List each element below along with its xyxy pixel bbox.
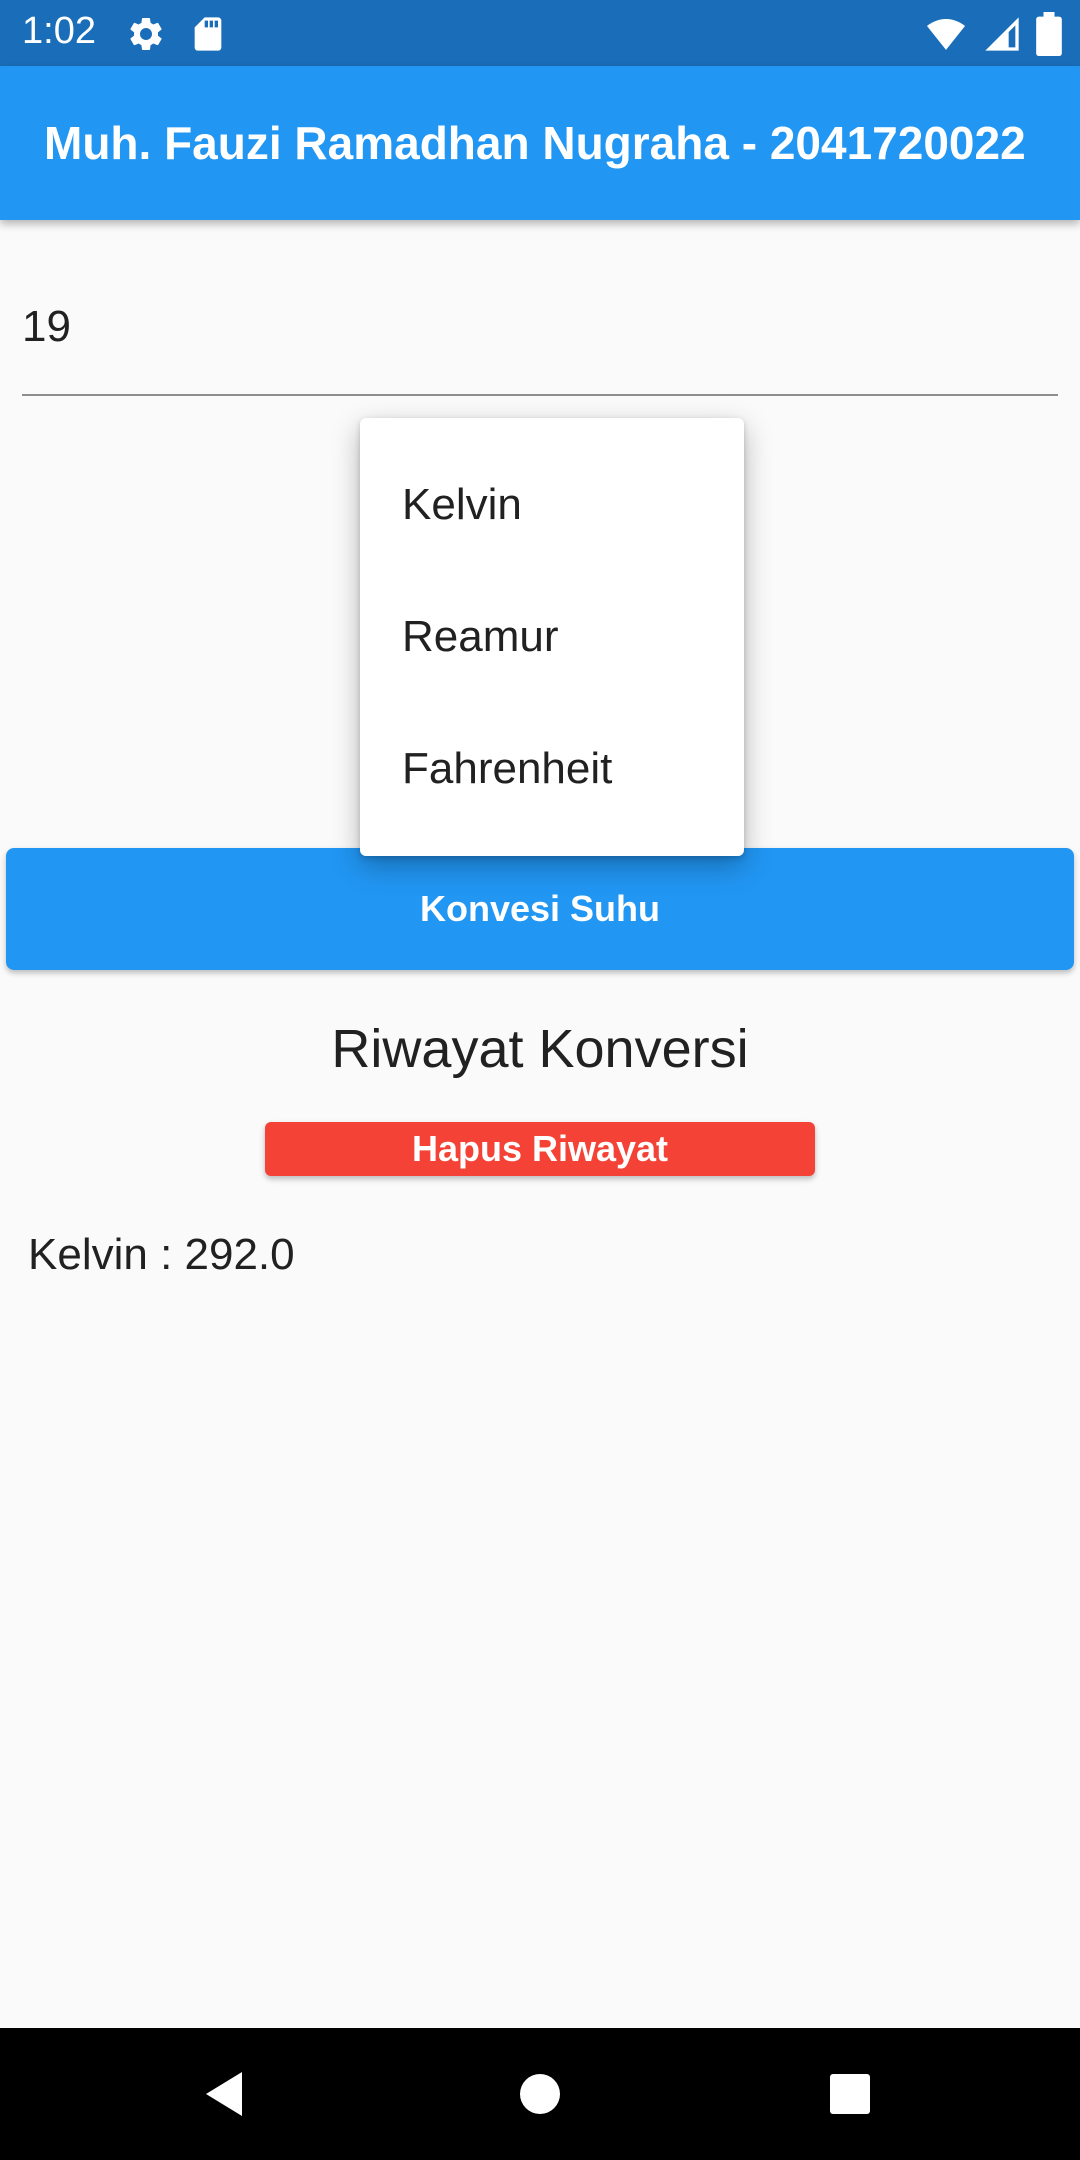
convert-button[interactable]: Konvesi Suhu — [6, 848, 1074, 970]
battery-icon — [1036, 12, 1062, 61]
app-bar-title: Muh. Fauzi Ramadhan Nugraha - 2041720022 — [44, 117, 1026, 169]
status-time: 1:02 — [22, 10, 96, 52]
sd-card-icon — [188, 14, 228, 54]
dropdown-option-reamur[interactable]: Reamur — [402, 612, 559, 662]
clear-history-button[interactable]: Hapus Riwayat — [265, 1122, 815, 1176]
wifi-icon — [924, 14, 968, 59]
status-bar: 1:02 — [0, 0, 1080, 66]
app-bar: Muh. Fauzi Ramadhan Nugraha - 2041720022 — [0, 66, 1080, 220]
input-underline — [22, 394, 1058, 396]
navigation-bar — [0, 2028, 1080, 2160]
temperature-input[interactable]: 19 — [22, 302, 71, 352]
back-icon[interactable] — [196, 2064, 256, 2124]
dropdown-option-kelvin[interactable]: Kelvin — [402, 480, 522, 530]
history-item: Kelvin : 292.0 — [28, 1230, 295, 1279]
status-right-icons — [924, 12, 1062, 61]
recents-icon[interactable] — [820, 2064, 880, 2124]
unit-dropdown-menu: Kelvin Reamur Fahrenheit — [360, 418, 744, 856]
clear-history-label: Hapus Riwayat — [411, 1128, 669, 1169]
gear-icon — [126, 14, 166, 54]
history-title: Riwayat Konversi — [331, 1019, 749, 1079]
dropdown-option-fahrenheit[interactable]: Fahrenheit — [402, 744, 612, 794]
cell-signal-icon — [982, 14, 1022, 59]
convert-button-label: Konvesi Suhu — [419, 888, 661, 929]
home-icon[interactable] — [510, 2064, 570, 2124]
